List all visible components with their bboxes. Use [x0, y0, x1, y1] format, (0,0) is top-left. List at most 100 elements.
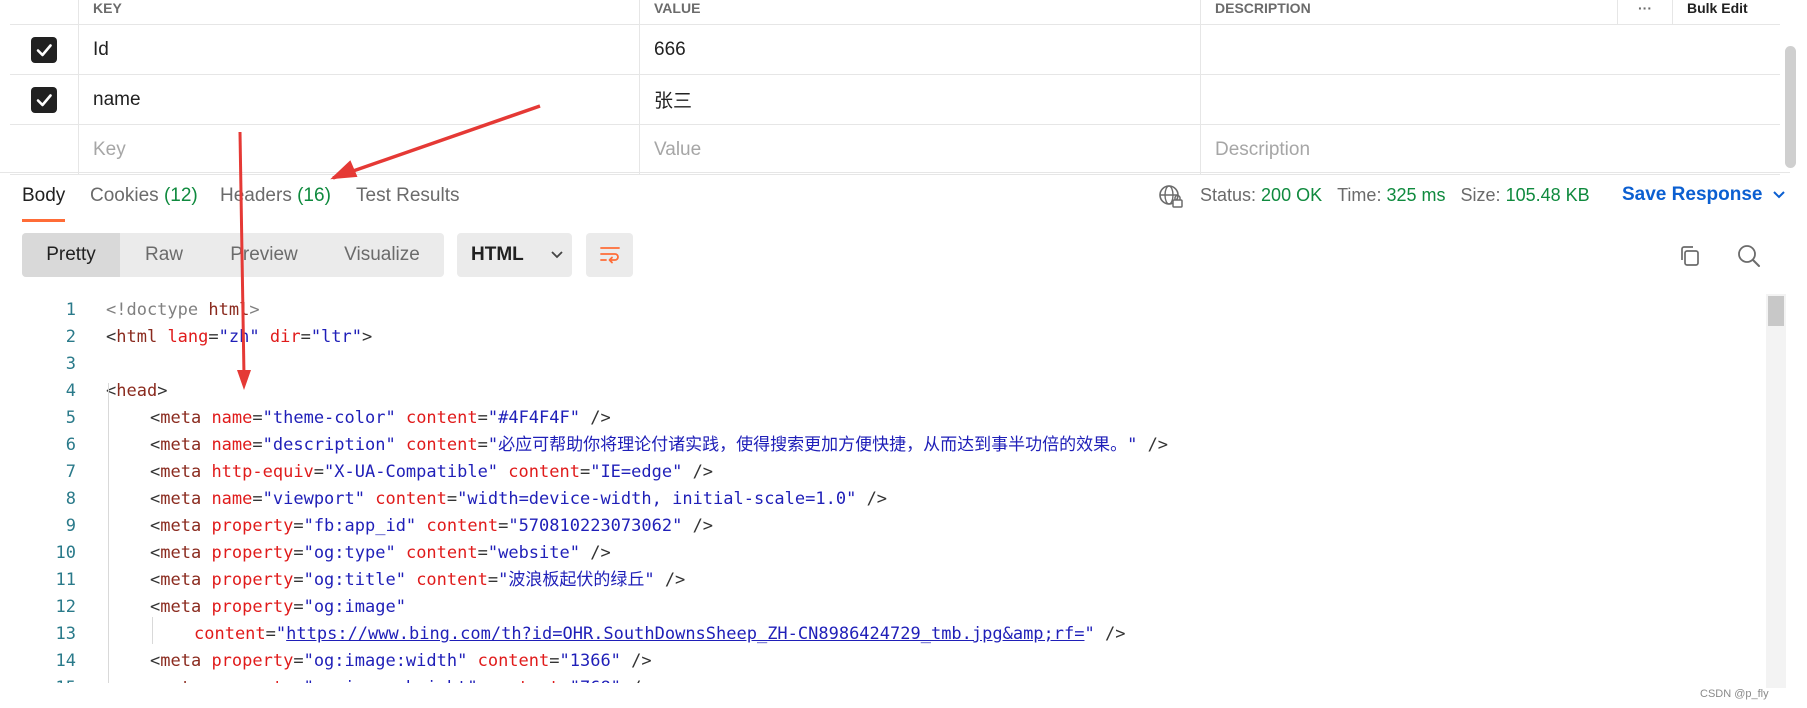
code-text: <meta property="og:image"	[150, 597, 406, 617]
line-number: 12	[55, 597, 76, 617]
header-value: VALUE	[639, 0, 1200, 24]
time-label: Time:	[1337, 185, 1382, 205]
code-text: <html lang="zh" dir="ltr">	[106, 327, 373, 347]
code-line: 6 <meta name="description" content="必应可帮助…	[0, 432, 1760, 459]
params-header-row: KEY VALUE DESCRIPTION ··· Bulk Edit	[10, 0, 1780, 25]
line-number: 8	[65, 489, 76, 509]
line-number: 14	[55, 651, 76, 671]
tab-body-label: Body	[22, 185, 66, 206]
size-label: Size:	[1460, 185, 1501, 205]
code-text: <meta property="fb:app_id" content="5708…	[150, 516, 714, 536]
param-key[interactable]: Id	[78, 25, 639, 74]
param-checkbox-cell	[10, 125, 78, 174]
line-number: 7	[65, 462, 76, 482]
indent-guide	[108, 383, 109, 683]
code-line: 11 <meta property="og:title" content="波浪板…	[0, 567, 1760, 594]
wrap-lines-icon	[599, 247, 620, 264]
params-table: KEY VALUE DESCRIPTION ··· Bulk Edit Id 6…	[10, 0, 1780, 175]
indent-guide	[152, 617, 153, 644]
param-checkbox[interactable]	[31, 36, 57, 63]
watermark: CSDN @p_fly	[1700, 688, 1769, 700]
status-label: Status:	[1200, 185, 1257, 205]
check-icon	[36, 93, 52, 106]
code-line: 12 <meta property="og:image"	[0, 594, 1760, 621]
view-visualize[interactable]: Visualize	[320, 233, 444, 277]
code-line: 13 content="https://www.bing.com/th?id=OH…	[0, 621, 1760, 648]
param-description-placeholder[interactable]: Description	[1200, 125, 1780, 174]
code-line: 15 <meta property="og:image:height" conte…	[0, 675, 1760, 683]
line-number: 10	[55, 543, 76, 563]
code-line: 9 <meta property="fb:app_id" content="570…	[0, 513, 1760, 540]
response-code-viewer[interactable]: 1 <!doctype html> 2 <html lang="zh" dir="lt…	[0, 297, 1760, 683]
chevron-down-icon	[551, 251, 563, 259]
save-response-label: Save Response	[1622, 184, 1763, 205]
tab-cookies-label: Cookies	[90, 185, 159, 206]
format-value: HTML	[471, 244, 524, 265]
code-scrollbar-thumb[interactable]	[1768, 296, 1784, 326]
tab-test-results[interactable]: Test Results	[356, 185, 459, 207]
view-preview[interactable]: Preview	[208, 233, 320, 277]
param-key-placeholder[interactable]: Key	[78, 125, 639, 174]
wrap-lines-button[interactable]	[586, 233, 633, 277]
globe-lock-icon[interactable]	[1158, 184, 1184, 215]
code-line: 5 <meta name="theme-color" content="#4F4F…	[0, 405, 1760, 432]
search-icon[interactable]	[1735, 242, 1763, 270]
code-scrollbar[interactable]	[1766, 294, 1786, 688]
header-check-col	[10, 0, 78, 24]
status-readout: Status: 200 OK Time: 325 ms Size: 105.48…	[1200, 185, 1590, 206]
header-key: KEY	[78, 0, 639, 24]
param-checkbox-cell	[10, 25, 78, 74]
line-number: 2	[65, 327, 76, 347]
tab-headers-count: (16)	[297, 185, 331, 206]
code-text: <meta property="og:image:height" content…	[150, 675, 652, 683]
tab-headers-label: Headers	[220, 185, 292, 206]
code-line: 14 <meta property="og:image:width" conten…	[0, 648, 1760, 675]
param-row: Id 666	[10, 25, 1780, 75]
view-mode-segmented: Pretty Raw Preview Visualize	[22, 233, 444, 277]
code-text: <head>	[106, 381, 168, 401]
param-key[interactable]: name	[78, 75, 639, 124]
param-value[interactable]: 张三	[639, 75, 1200, 124]
more-options-icon[interactable]: ···	[1617, 0, 1672, 24]
code-line: 3	[0, 351, 1760, 378]
tab-test-results-label: Test Results	[356, 185, 460, 206]
status-value: 200 OK	[1261, 185, 1323, 205]
param-row: name 张三	[10, 75, 1780, 125]
code-text: <meta property="og:type" content="websit…	[150, 543, 611, 563]
param-value[interactable]: 666	[639, 25, 1200, 74]
code-line: 2 <html lang="zh" dir="ltr">	[0, 324, 1760, 351]
line-number: 4	[65, 381, 76, 401]
param-row-empty: Key Value Description	[10, 125, 1780, 175]
params-scrollbar[interactable]	[1785, 46, 1796, 168]
format-select[interactable]: HTML	[457, 233, 572, 277]
view-pretty[interactable]: Pretty	[22, 233, 120, 277]
param-value-placeholder[interactable]: Value	[639, 125, 1200, 174]
tab-headers[interactable]: Headers (16)	[220, 185, 331, 207]
copy-icon[interactable]	[1676, 242, 1704, 270]
response-tab-bar: Body Cookies (12) Headers (16) Test Resu…	[0, 172, 1790, 222]
chevron-down-icon	[1773, 191, 1786, 199]
tab-body[interactable]: Body	[22, 185, 66, 222]
line-number: 15	[0, 675, 76, 683]
param-checkbox[interactable]	[31, 86, 57, 113]
view-raw[interactable]: Raw	[120, 233, 208, 277]
code-text: <meta name="viewport" content="width=dev…	[150, 489, 888, 509]
code-text: <meta name="theme-color" content="#4F4F4…	[150, 408, 611, 428]
line-number: 3	[65, 354, 76, 374]
code-text: <meta http-equiv="X-UA-Compatible" conte…	[150, 462, 714, 482]
line-number: 1	[65, 300, 76, 320]
time-value: 325 ms	[1386, 185, 1446, 205]
line-number: 9	[65, 516, 76, 536]
tab-cookies-count: (12)	[163, 185, 198, 206]
code-text: <meta property="og:image:width" content=…	[150, 651, 652, 671]
bulk-edit-link[interactable]: Bulk Edit	[1672, 0, 1780, 24]
code-line: 1 <!doctype html>	[0, 297, 1760, 324]
code-text: <meta property="og:title" content="波浪板起伏…	[150, 570, 686, 590]
save-response-button[interactable]: Save Response	[1622, 184, 1786, 206]
code-line: 7 <meta http-equiv="X-UA-Compatible" cont…	[0, 459, 1760, 486]
param-description[interactable]	[1200, 25, 1780, 74]
line-number: 6	[65, 435, 76, 455]
line-number: 13	[55, 624, 76, 644]
param-description[interactable]	[1200, 75, 1780, 124]
tab-cookies[interactable]: Cookies (12)	[90, 185, 198, 207]
